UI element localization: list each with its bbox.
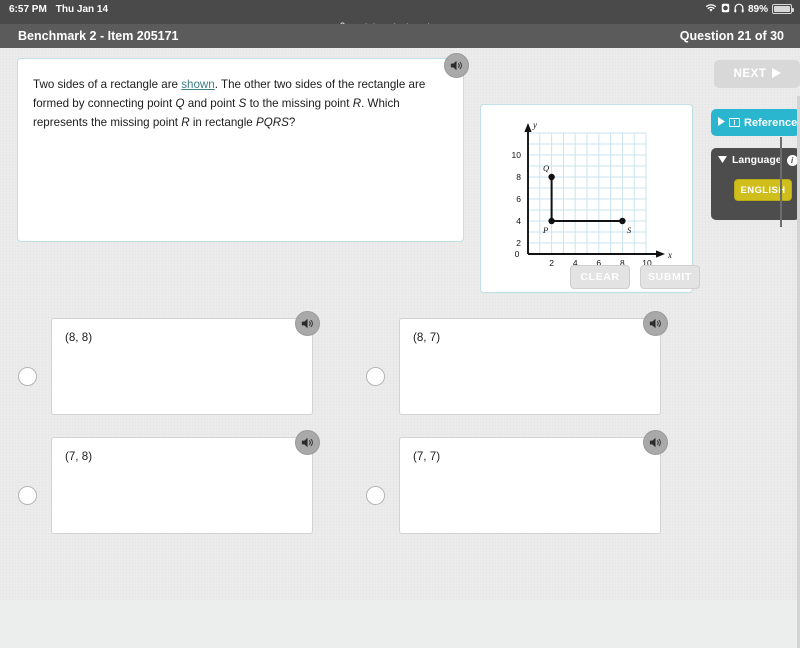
question-speaker-button[interactable] [444, 53, 469, 78]
svg-text:x: x [667, 250, 672, 260]
caret-down-icon [718, 155, 727, 165]
headphones-icon [734, 3, 744, 16]
svg-text:8: 8 [516, 172, 521, 182]
status-time: 6:57 PM [9, 3, 47, 15]
language-header[interactable]: Language i [711, 148, 800, 166]
answer-radio-a[interactable] [18, 367, 37, 386]
status-date: Thu Jan 14 [55, 3, 109, 15]
question-part7: ? [288, 116, 296, 129]
svg-text:S: S [627, 225, 632, 235]
svg-text:y: y [532, 120, 537, 130]
answer-speaker-b[interactable] [643, 311, 668, 336]
page-body: Two sides of a rectangle are shown. The … [0, 48, 800, 648]
speaker-icon [649, 437, 661, 448]
svg-text:Q: Q [543, 163, 549, 173]
battery-percent-label: 89% [747, 3, 768, 15]
language-label: Language [732, 154, 782, 166]
next-button[interactable]: NEXT [714, 60, 800, 88]
shown-link[interactable]: shown [181, 78, 215, 91]
next-label: NEXT [733, 68, 767, 80]
answer-speaker-d[interactable] [643, 430, 668, 455]
answer-speaker-a[interactable] [295, 311, 320, 336]
answer-box-b[interactable]: (8, 7) [399, 318, 661, 415]
play-triangle-icon [771, 67, 781, 81]
app-header: Benchmark 2 - Item 205171 Question 21 of… [0, 24, 800, 48]
alarm-icon [721, 3, 730, 16]
language-panel: Language i ENGLISH [711, 148, 800, 220]
question-part3: and point [184, 97, 239, 110]
answer-text-a: (8, 8) [65, 331, 93, 344]
svg-text:6: 6 [516, 194, 521, 204]
answer-text-c: (7, 8) [65, 450, 93, 463]
answer-box-d[interactable]: (7, 7) [399, 437, 661, 534]
ios-status-bar: 6:57 PM Thu Jan 14 89% [0, 0, 800, 18]
english-language-button[interactable]: ENGLISH [734, 179, 792, 201]
info-icon[interactable]: i [786, 154, 798, 166]
rail-scrollbar[interactable] [780, 137, 782, 227]
svg-text:2: 2 [549, 258, 554, 268]
speaker-icon [301, 318, 313, 329]
question-part4: to the missing point [246, 97, 353, 110]
question-counter: Question 21 of 30 [679, 29, 784, 43]
answer-text-b: (8, 7) [413, 331, 441, 344]
wifi-icon [705, 3, 717, 16]
answer-speaker-c[interactable] [295, 430, 320, 455]
svg-text:0: 0 [515, 249, 520, 259]
reference-button[interactable]: Reference [711, 109, 800, 136]
reference-label: Reference [744, 116, 798, 129]
answer-radio-d[interactable] [366, 486, 385, 505]
question-part6: in rectangle [189, 116, 256, 129]
svg-text:2: 2 [516, 238, 521, 248]
submit-button[interactable]: SUBMIT [640, 265, 700, 289]
play-triangle-icon [718, 117, 725, 128]
answer-box-a[interactable]: (8, 8) [51, 318, 313, 415]
battery-icon [772, 4, 794, 14]
svg-text:P: P [542, 225, 548, 235]
question-part1: Two sides of a rectangle are [33, 78, 182, 91]
question-text: Two sides of a rectangle are shown. The … [18, 59, 463, 132]
answer-text-d: (7, 7) [413, 450, 441, 463]
speaker-icon [301, 437, 313, 448]
point-r-label-2: R [181, 116, 190, 129]
book-icon [729, 118, 740, 127]
speaker-icon [649, 318, 661, 329]
item-title: Benchmark 2 - Item 205171 [18, 29, 179, 43]
svg-text:10: 10 [512, 150, 522, 160]
speaker-icon [450, 60, 462, 71]
clear-button[interactable]: CLEAR [570, 265, 630, 289]
point-r-label: R [352, 97, 362, 110]
rectangle-pqrs-label: PQRS [255, 116, 289, 129]
action-buttons-row: CLEAR SUBMIT [570, 265, 700, 289]
answer-radio-b[interactable] [366, 367, 385, 386]
answer-radio-c[interactable] [18, 486, 37, 505]
svg-text:4: 4 [516, 216, 521, 226]
answer-box-c[interactable]: (7, 8) [51, 437, 313, 534]
question-card: Two sides of a rectangle are shown. The … [17, 58, 464, 242]
